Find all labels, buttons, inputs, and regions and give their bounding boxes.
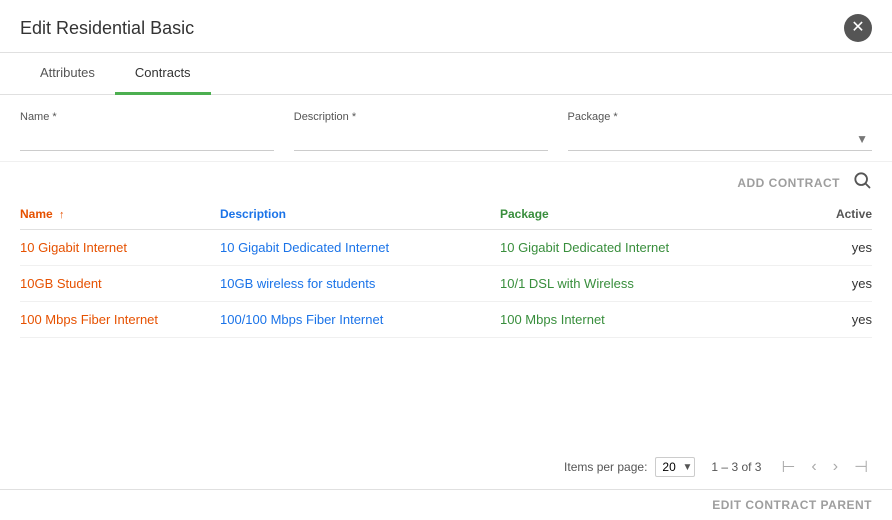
tabs: Attributes Contracts (0, 53, 892, 95)
items-per-page-select[interactable]: 5 10 20 50 (655, 457, 695, 477)
cell-active: yes (740, 230, 872, 266)
next-page-button[interactable]: › (829, 456, 842, 478)
sort-arrow-icon: ↑ (59, 209, 65, 221)
cell-description: 10GB wireless for students (220, 266, 500, 302)
close-button[interactable]: ✕ (844, 14, 872, 42)
search-icon (852, 170, 872, 195)
cell-active: yes (740, 302, 872, 338)
cell-package: 10/1 DSL with Wireless (500, 266, 740, 302)
name-input[interactable] (20, 127, 274, 151)
table-wrapper: Name ↑ Description Package Active 10 Gig… (0, 199, 892, 445)
cell-description: 100/100 Mbps Fiber Internet (220, 302, 500, 338)
prev-page-button[interactable]: ‹ (807, 456, 820, 478)
first-page-button[interactable]: ⊢ (777, 455, 799, 479)
last-page-icon: ⊣ (854, 457, 868, 477)
name-field-container: Name * (20, 111, 274, 151)
items-per-page-label: Items per page: (564, 460, 647, 474)
add-contract-button[interactable]: ADD CONTRACT (737, 176, 840, 190)
table-body: 10 Gigabit Internet 10 Gigabit Dedicated… (20, 230, 872, 338)
first-page-icon: ⊢ (781, 457, 795, 477)
last-page-button[interactable]: ⊣ (850, 455, 872, 479)
col-active[interactable]: Active (740, 199, 872, 230)
cell-name: 100 Mbps Fiber Internet (20, 302, 220, 338)
package-select-wrapper: ▼ (568, 127, 873, 151)
col-description[interactable]: Description (220, 199, 500, 230)
tab-attributes[interactable]: Attributes (20, 53, 115, 95)
form-section: Name * Description * Package * ▼ (0, 95, 892, 162)
contracts-table: Name ↑ Description Package Active 10 Gig… (20, 199, 872, 338)
items-per-page-wrapper: 5 10 20 50 ▼ (655, 457, 695, 477)
edit-contract-parent-button[interactable]: EDIT CONTRACT PARENT (712, 498, 872, 512)
description-input[interactable] (294, 127, 548, 151)
table-row: 10GB Student 10GB wireless for students … (20, 266, 872, 302)
cell-description: 10 Gigabit Dedicated Internet (220, 230, 500, 266)
description-label: Description * (294, 111, 548, 123)
cell-package: 10 Gigabit Dedicated Internet (500, 230, 740, 266)
cell-name: 10 Gigabit Internet (20, 230, 220, 266)
cell-package: 100 Mbps Internet (500, 302, 740, 338)
tab-contracts[interactable]: Contracts (115, 53, 211, 95)
table-header-row: Name ↑ Description Package Active (20, 199, 872, 230)
prev-page-icon: ‹ (811, 458, 816, 476)
table-row: 100 Mbps Fiber Internet 100/100 Mbps Fib… (20, 302, 872, 338)
package-select[interactable] (568, 127, 873, 150)
modal: Edit Residential Basic ✕ Attributes Cont… (0, 0, 892, 520)
package-label: Package * (568, 111, 873, 123)
modal-header: Edit Residential Basic ✕ (0, 0, 892, 53)
modal-title: Edit Residential Basic (20, 18, 194, 39)
description-field-container: Description * (294, 111, 548, 151)
next-page-icon: › (833, 458, 838, 476)
name-label: Name * (20, 111, 274, 123)
pagination: Items per page: 5 10 20 50 ▼ 1 – 3 of 3 … (0, 445, 892, 489)
col-package[interactable]: Package (500, 199, 740, 230)
search-button[interactable] (852, 170, 872, 195)
modal-footer: EDIT CONTRACT PARENT (0, 489, 892, 520)
page-info: 1 – 3 of 3 (711, 460, 761, 474)
cell-name: 10GB Student (20, 266, 220, 302)
table-row: 10 Gigabit Internet 10 Gigabit Dedicated… (20, 230, 872, 266)
package-field-container: Package * ▼ (568, 111, 873, 151)
table-controls: ADD CONTRACT (0, 162, 892, 199)
col-name[interactable]: Name ↑ (20, 199, 220, 230)
cell-active: yes (740, 266, 872, 302)
